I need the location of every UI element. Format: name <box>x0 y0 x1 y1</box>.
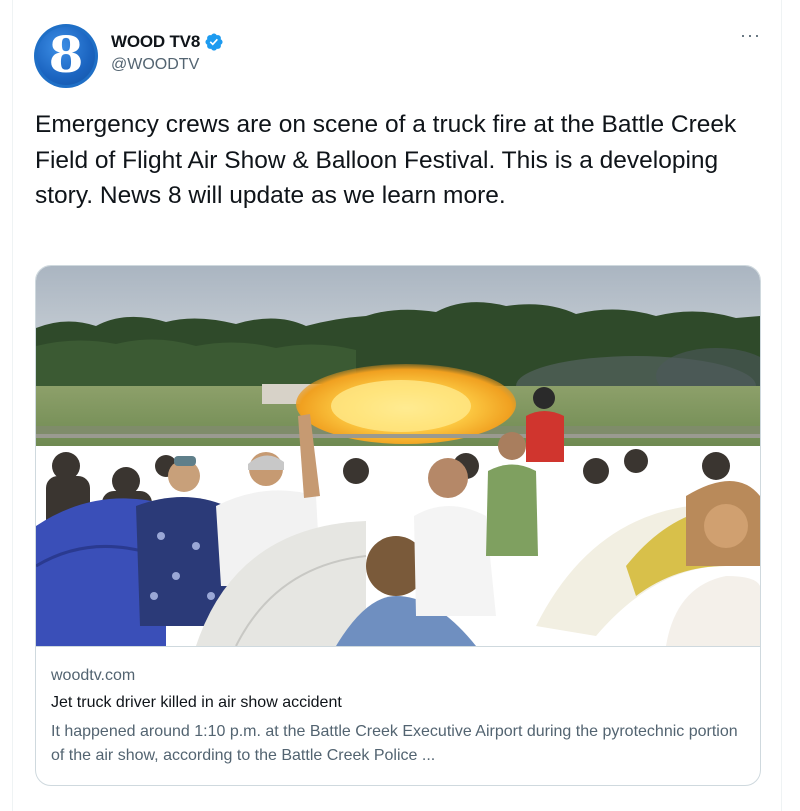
link-card-description: It happened around 1:10 p.m. at the Batt… <box>51 723 738 764</box>
author-display-name[interactable]: WOOD TV8 <box>111 32 200 52</box>
link-card-meta: woodtv.com Jet truck driver killed in ai… <box>36 646 760 785</box>
avatar-logo-text: 8 <box>48 25 84 84</box>
link-card-domain: woodtv.com <box>51 667 136 684</box>
avatar-logo: 8 <box>37 27 95 85</box>
avatar[interactable]: 8 <box>34 24 98 88</box>
verified-badge-icon <box>204 32 224 52</box>
tweet-container: 8 WOOD TV8 @WOODTV ··· Emergency crews a… <box>12 0 782 811</box>
link-card-title[interactable]: Jet truck driver killed in air show acci… <box>51 694 342 712</box>
tweet-text: Emergency crews are on scene of a truck … <box>35 111 737 209</box>
author-handle[interactable]: @WOODTV <box>111 56 199 74</box>
link-card[interactable]: woodtv.com Jet truck driver killed in ai… <box>35 265 761 786</box>
author-name-row: WOOD TV8 <box>111 32 224 52</box>
air-show-fireball-crowd-photo <box>36 266 760 646</box>
more-options-icon[interactable]: ··· <box>740 26 761 44</box>
